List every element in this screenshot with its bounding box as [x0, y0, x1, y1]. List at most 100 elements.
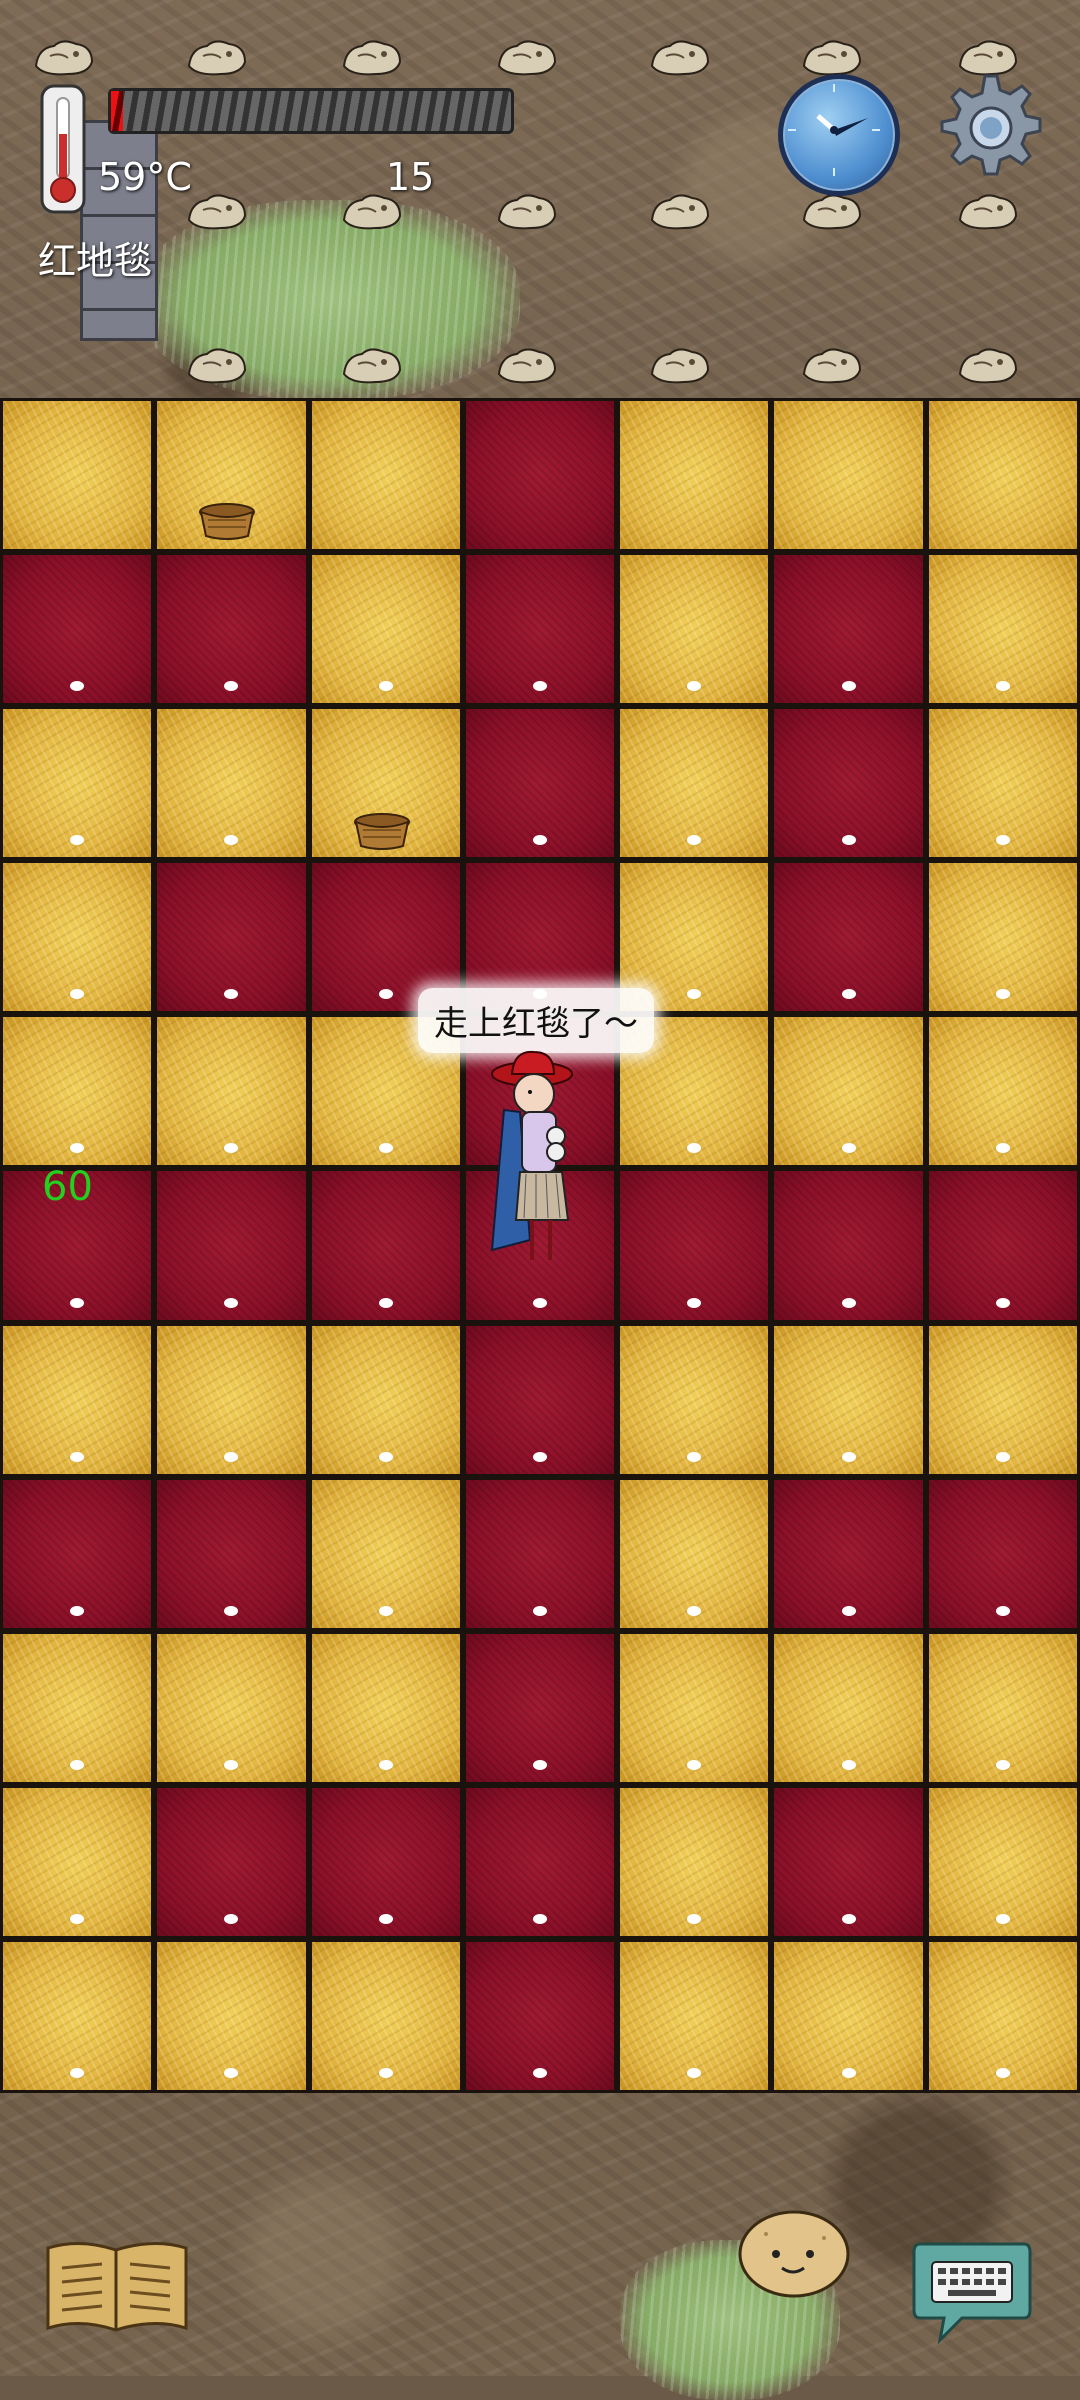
- hay-tile[interactable]: [617, 552, 772, 707]
- rock-item[interactable]: [495, 190, 559, 232]
- rock-item[interactable]: [185, 344, 249, 386]
- hay-tile[interactable]: [925, 1784, 1080, 1939]
- hay-tile[interactable]: [617, 706, 772, 861]
- tile-marker: [70, 1913, 85, 1924]
- red-carpet-tile[interactable]: [0, 1476, 155, 1631]
- hay-tile[interactable]: [925, 706, 1080, 861]
- red-carpet-tile[interactable]: [308, 1168, 463, 1323]
- hay-tile[interactable]: [925, 1322, 1080, 1477]
- tile-marker: [841, 1913, 856, 1924]
- hay-tile[interactable]: [617, 1630, 772, 1785]
- red-carpet-tile[interactable]: [925, 1476, 1080, 1631]
- red-carpet-tile[interactable]: [308, 1784, 463, 1939]
- red-carpet-tile[interactable]: [462, 1938, 618, 2093]
- red-carpet-tile[interactable]: [925, 1168, 1080, 1323]
- hay-tile[interactable]: [308, 1476, 463, 1631]
- hay-tile[interactable]: [308, 398, 463, 553]
- gear-icon[interactable]: [935, 72, 1047, 184]
- tile-marker: [995, 1143, 1010, 1154]
- red-carpet-tile[interactable]: [771, 1168, 926, 1323]
- hay-tile[interactable]: [308, 552, 463, 707]
- red-carpet-tile[interactable]: [462, 1784, 618, 1939]
- hay-tile[interactable]: [308, 1322, 463, 1477]
- keyboard-chat-icon[interactable]: [910, 2236, 1034, 2348]
- hay-tile[interactable]: [771, 1322, 926, 1477]
- red-carpet-tile[interactable]: [617, 1168, 772, 1323]
- rock-item[interactable]: [340, 36, 404, 78]
- red-carpet-tile[interactable]: [771, 552, 926, 707]
- hay-tile[interactable]: [925, 860, 1080, 1015]
- rock-item[interactable]: [495, 344, 559, 386]
- red-carpet-tile[interactable]: [154, 860, 309, 1015]
- rock-item[interactable]: [800, 190, 864, 232]
- red-carpet-tile[interactable]: [154, 1168, 309, 1323]
- rock-item[interactable]: [648, 344, 712, 386]
- hay-tile[interactable]: [771, 1938, 926, 2093]
- hay-tile[interactable]: [0, 1784, 155, 1939]
- hay-tile[interactable]: [154, 1014, 309, 1169]
- basket-icon[interactable]: [198, 502, 256, 540]
- hay-tile[interactable]: [0, 1938, 155, 2093]
- hay-tile[interactable]: [0, 1014, 155, 1169]
- hay-tile[interactable]: [0, 398, 155, 553]
- red-carpet-tile[interactable]: [462, 706, 618, 861]
- red-carpet-tile[interactable]: [462, 1630, 618, 1785]
- red-carpet-tile[interactable]: [154, 1476, 309, 1631]
- hay-tile[interactable]: [154, 1630, 309, 1785]
- red-carpet-tile[interactable]: [462, 1322, 618, 1477]
- hay-tile[interactable]: [771, 398, 926, 553]
- hay-tile[interactable]: [154, 1322, 309, 1477]
- hay-tile[interactable]: [308, 1938, 463, 2093]
- hay-tile[interactable]: [617, 398, 772, 553]
- red-carpet-tile[interactable]: [154, 552, 309, 707]
- hay-tile[interactable]: [617, 1476, 772, 1631]
- tile-marker: [841, 1605, 856, 1616]
- red-carpet-tile[interactable]: [0, 552, 155, 707]
- rock-item[interactable]: [800, 36, 864, 78]
- hay-tile[interactable]: [0, 1630, 155, 1785]
- rock-item[interactable]: [185, 36, 249, 78]
- tile-marker: [687, 1451, 702, 1462]
- red-carpet-tile[interactable]: [771, 860, 926, 1015]
- hay-tile[interactable]: [617, 1322, 772, 1477]
- hay-tile[interactable]: [617, 1784, 772, 1939]
- hay-tile[interactable]: [771, 1630, 926, 1785]
- hay-tile[interactable]: [0, 706, 155, 861]
- hay-tile[interactable]: [617, 1938, 772, 2093]
- hay-tile[interactable]: [0, 860, 155, 1015]
- player-character[interactable]: [490, 1050, 590, 1270]
- compass-icon[interactable]: [778, 74, 900, 196]
- hay-tile[interactable]: [0, 1322, 155, 1477]
- hay-tile[interactable]: [925, 552, 1080, 707]
- hay-tile[interactable]: [925, 398, 1080, 553]
- rock-item[interactable]: [800, 344, 864, 386]
- hay-tile[interactable]: [771, 1014, 926, 1169]
- red-carpet-tile[interactable]: [771, 1784, 926, 1939]
- rock-item[interactable]: [956, 190, 1020, 232]
- rock-item[interactable]: [648, 190, 712, 232]
- red-carpet-tile[interactable]: [771, 1476, 926, 1631]
- red-carpet-tile[interactable]: [154, 1784, 309, 1939]
- red-carpet-tile[interactable]: [462, 552, 618, 707]
- rock-item[interactable]: [340, 344, 404, 386]
- hay-tile[interactable]: [925, 1938, 1080, 2093]
- hay-tile[interactable]: [154, 706, 309, 861]
- red-carpet-tile[interactable]: [462, 398, 618, 553]
- tile-marker: [995, 1913, 1010, 1924]
- basket-icon[interactable]: [353, 812, 411, 850]
- hay-tile[interactable]: [925, 1014, 1080, 1169]
- rock-item[interactable]: [185, 190, 249, 232]
- potato-face-icon[interactable]: [736, 2204, 852, 2300]
- tile-marker: [70, 2068, 85, 2078]
- book-icon[interactable]: [44, 2238, 190, 2336]
- red-carpet-tile[interactable]: [771, 706, 926, 861]
- red-carpet-tile[interactable]: [462, 1476, 618, 1631]
- rock-item[interactable]: [495, 36, 559, 78]
- rock-item[interactable]: [648, 36, 712, 78]
- tile-marker: [841, 681, 856, 692]
- rock-item[interactable]: [32, 36, 96, 78]
- rock-item[interactable]: [956, 344, 1020, 386]
- hay-tile[interactable]: [925, 1630, 1080, 1785]
- hay-tile[interactable]: [308, 1630, 463, 1785]
- hay-tile[interactable]: [154, 1938, 309, 2093]
